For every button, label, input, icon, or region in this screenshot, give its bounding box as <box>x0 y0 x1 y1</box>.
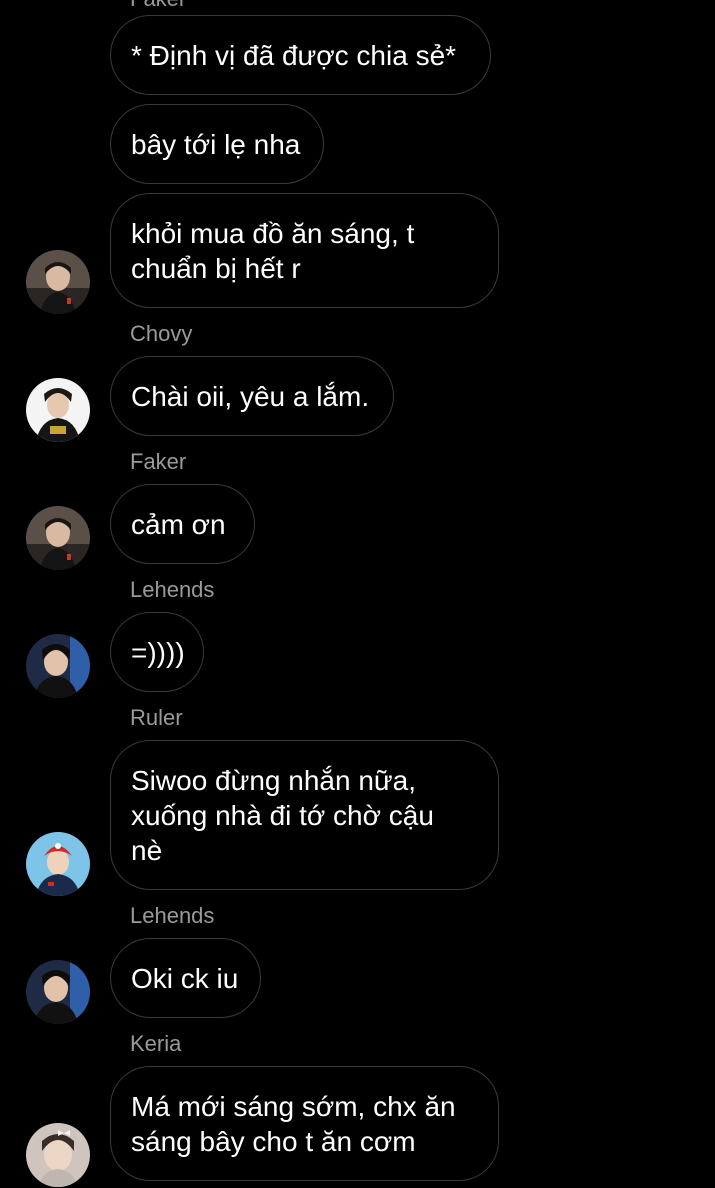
message-text: * Định vị đã được chia sẻ* <box>131 39 457 71</box>
sender-name: Chovy <box>130 321 193 346</box>
message-text: Siwoo đừng nhắn nữa, xuống nhà đi tớ chờ… <box>131 764 434 866</box>
message-bubble[interactable]: =)))) <box>110 612 204 692</box>
message-text: cảm ơn <box>131 508 226 540</box>
sender-name: Ruler <box>130 705 183 730</box>
sender-name: Lehends <box>130 903 215 928</box>
message-bubble[interactable]: Oki ck iu <box>110 938 261 1018</box>
sender-name: Keria <box>130 1031 182 1056</box>
message-text: Má mới sáng sớm, chx ăn sáng bây cho t ă… <box>131 1090 456 1157</box>
lehends-avatar-icon[interactable] <box>26 634 90 698</box>
message-text: khỏi mua đồ ăn sáng, t chuẩn bị hết r <box>131 217 415 284</box>
message-bubble[interactable]: Chài oii, yêu a lắm. <box>110 356 394 436</box>
faker-avatar-icon[interactable] <box>26 506 90 570</box>
message-bubble[interactable]: cảm ơn <box>110 484 255 564</box>
chovy-avatar-icon[interactable] <box>26 378 90 442</box>
ruler-avatar-icon[interactable] <box>26 832 90 896</box>
message-bubble[interactable]: Siwoo đừng nhắn nữa, xuống nhà đi tớ chờ… <box>110 740 499 890</box>
keria-avatar-icon[interactable] <box>26 1123 90 1187</box>
message-text: Chài oii, yêu a lắm. <box>131 380 370 412</box>
lehends-avatar-icon[interactable] <box>26 960 90 1024</box>
sender-name: Faker <box>130 0 186 12</box>
message-bubble[interactable]: * Định vị đã được chia sẻ* <box>110 15 491 95</box>
sender-name: Lehends <box>130 577 215 602</box>
message-text: =)))) <box>131 636 185 668</box>
message-bubble[interactable]: Má mới sáng sớm, chx ăn sáng bây cho t ă… <box>110 1066 499 1181</box>
faker-avatar-icon[interactable] <box>26 250 90 314</box>
message-bubble[interactable]: khỏi mua đồ ăn sáng, t chuẩn bị hết r <box>110 193 499 308</box>
sender-name: Faker <box>130 449 187 474</box>
message-text: Oki ck iu <box>131 962 239 994</box>
message-text: bây tới lẹ nha <box>131 128 301 160</box>
message-bubble[interactable]: bây tới lẹ nha <box>110 104 324 184</box>
